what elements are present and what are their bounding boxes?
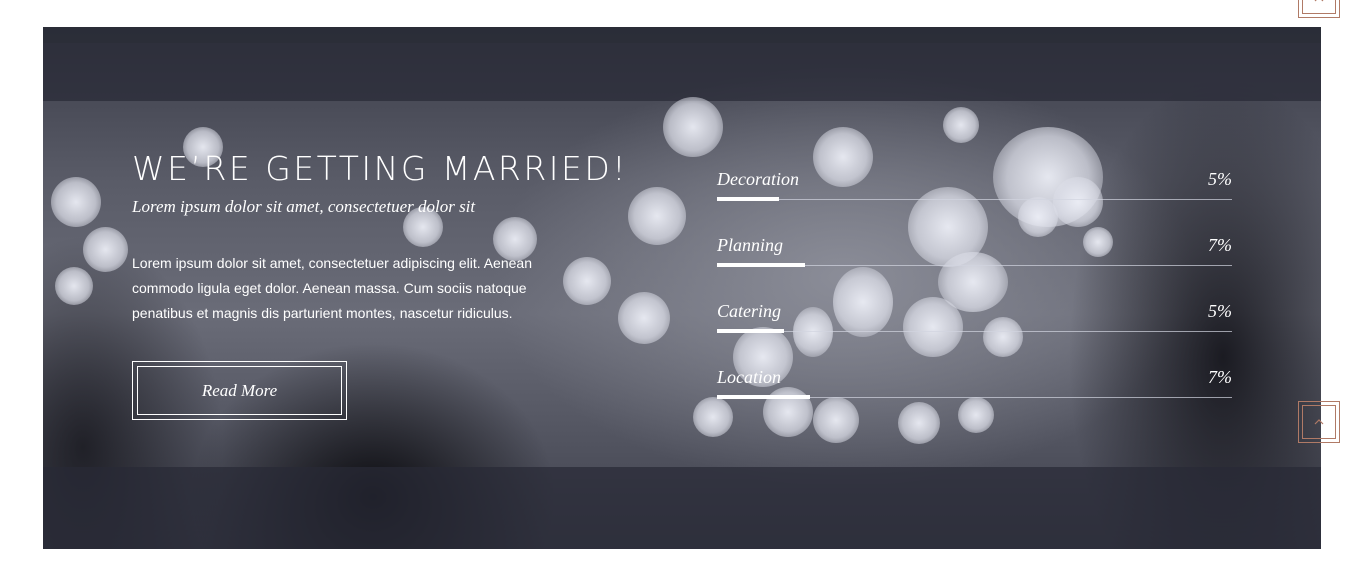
progress-label: Planning <box>717 235 783 255</box>
read-more-button[interactable]: Read More <box>132 361 347 420</box>
hero-paragraph: Lorem ipsum dolor sit amet, consectetuer… <box>132 255 532 321</box>
progress-fill <box>717 329 784 333</box>
scroll-top-button-frame <box>1302 405 1336 439</box>
chevron-up-icon <box>1314 419 1324 425</box>
progress-fill <box>717 395 810 399</box>
progress-track <box>717 199 1232 200</box>
progress-label: Decoration <box>717 169 799 189</box>
hero-overlay-bottom <box>43 467 1321 549</box>
progress-item-decoration: Decoration 5% <box>717 167 1232 233</box>
hero-subtitle: Lorem ipsum dolor sit amet, consectetuer… <box>132 197 476 216</box>
progress-label: Catering <box>717 301 782 321</box>
close-button-frame <box>1302 0 1336 14</box>
progress-percent: 7% <box>1208 235 1232 255</box>
hero-top-strip <box>43 27 1321 43</box>
progress-percent: 5% <box>1208 169 1232 189</box>
close-button[interactable] <box>1298 0 1340 18</box>
hero-overlay-top <box>43 43 1321 101</box>
close-icon <box>1314 0 1324 2</box>
progress-fill <box>717 263 805 267</box>
progress-list: Decoration 5% Planning 7% Catering 5% Lo… <box>717 167 1232 431</box>
hero-section: WE’RE GETTING MARRIED! Lorem ipsum dolor… <box>43 27 1321 549</box>
progress-item-location: Location 7% <box>717 365 1232 431</box>
progress-percent: 7% <box>1208 367 1232 387</box>
progress-track <box>717 331 1232 332</box>
page-title: WE’RE GETTING MARRIED! <box>132 149 629 188</box>
progress-percent: 5% <box>1208 301 1232 321</box>
progress-item-planning: Planning 7% <box>717 233 1232 299</box>
progress-label: Location <box>717 367 782 387</box>
read-more-label: Read More <box>137 366 342 415</box>
scroll-top-button[interactable] <box>1298 401 1340 443</box>
progress-fill <box>717 197 779 201</box>
progress-item-catering: Catering 5% <box>717 299 1232 365</box>
